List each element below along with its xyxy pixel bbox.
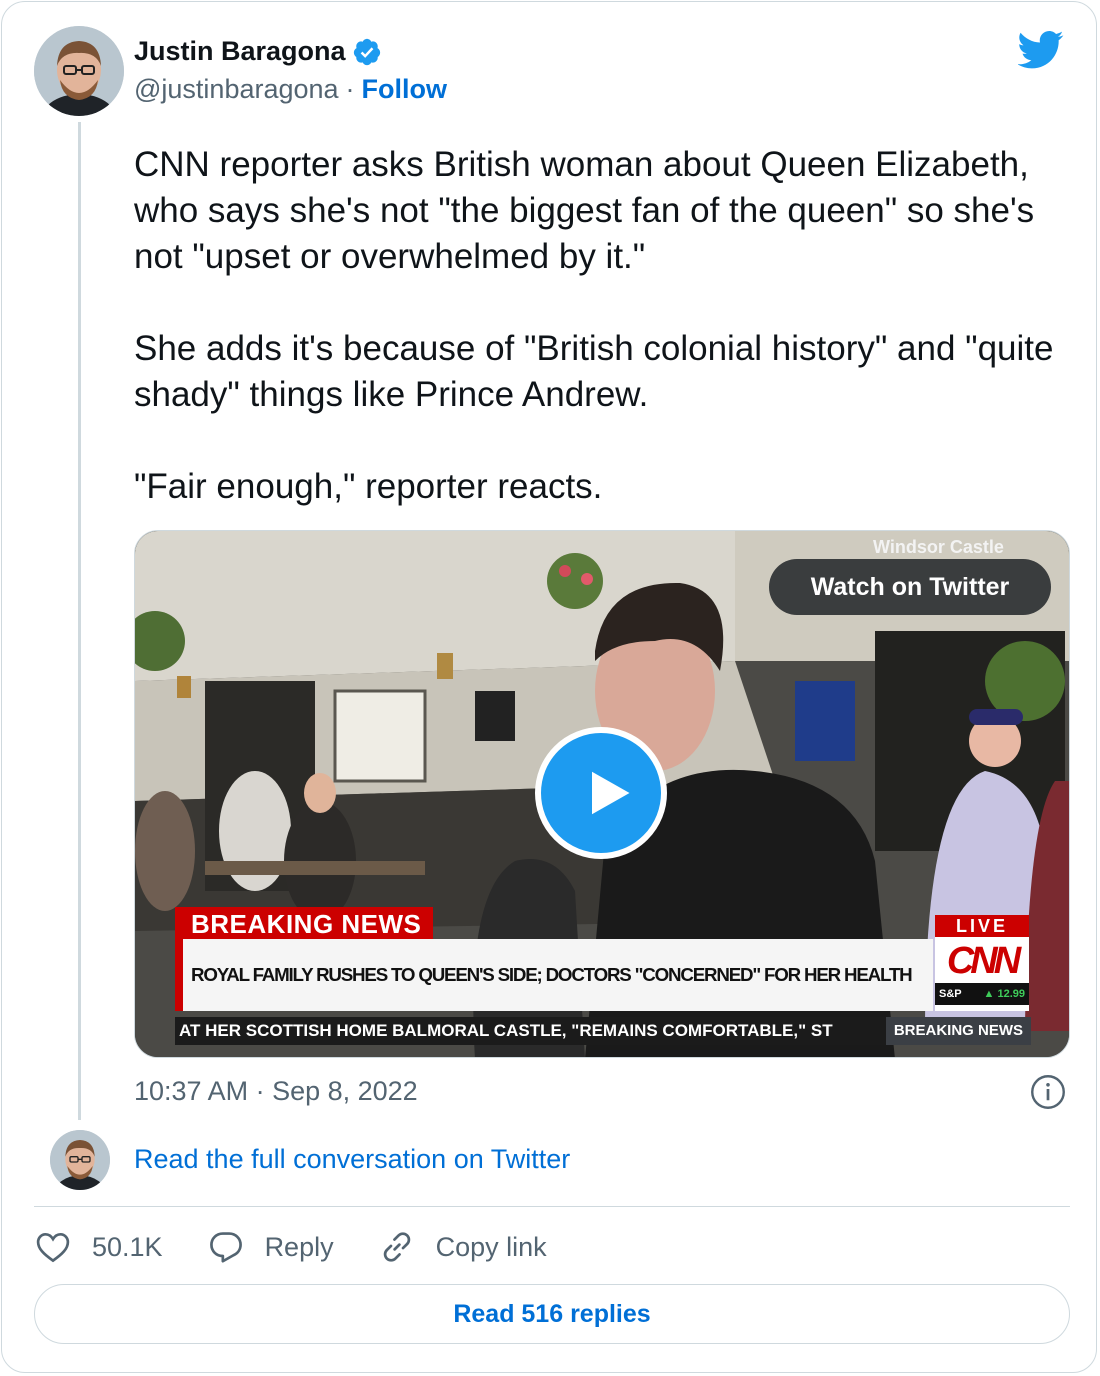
author-avatar[interactable] (34, 26, 124, 116)
handle-separator: · (345, 74, 355, 104)
ticker-value: ▲ 12.99 (983, 988, 1025, 1000)
play-icon (592, 771, 630, 815)
tweet-card: Justin Baragona @justinbaragona · Follow… (1, 1, 1097, 1373)
crawl-text: AT HER SCOTTISH HOME BALMORAL CASTLE, "R… (179, 1021, 833, 1040)
copy-link-label: Copy link (435, 1231, 547, 1262)
thread-line (78, 122, 81, 1120)
tweet-paragraph: CNN reporter asks British woman about Qu… (134, 145, 1035, 276)
author-name-row: Justin Baragona (134, 36, 382, 67)
ticker-symbol: S&P (939, 988, 962, 1000)
news-crawl: AT HER SCOTTISH HOME BALMORAL CASTLE, "R… (175, 1017, 1031, 1045)
conversation-avatar[interactable] (50, 1130, 110, 1190)
play-button[interactable] (535, 727, 667, 859)
reply-icon (209, 1232, 242, 1263)
copy-link-button[interactable]: Copy link (378, 1228, 547, 1266)
author-avatar-image (34, 26, 124, 116)
breaking-news-label: BREAKING NEWS (175, 907, 434, 941)
author-handle-row: @justinbaragona · Follow (134, 74, 447, 105)
read-replies-button[interactable]: Read 516 replies (34, 1284, 1070, 1344)
network-bug: LIVE CNN S&P ▲ 12.99 (935, 915, 1029, 1011)
author-name[interactable]: Justin Baragona (134, 36, 346, 67)
crawl-tag: BREAKING NEWS (885, 1017, 1031, 1045)
market-ticker: S&P ▲ 12.99 (935, 983, 1029, 1005)
divider (34, 1206, 1070, 1207)
location-tag: Windsor Castle (873, 537, 1004, 557)
verified-badge-icon (353, 38, 380, 65)
twitter-bird-icon[interactable] (1018, 30, 1064, 70)
tweet-paragraph: She adds it's because of "British coloni… (134, 329, 1054, 414)
video-player[interactable]: Windsor Castle Watch on Twitter BREAKING… (134, 530, 1070, 1058)
read-full-conversation-link[interactable]: Read the full conversation on Twitter (134, 1144, 570, 1175)
live-label: LIVE (935, 915, 1029, 937)
reply-label: Reply (264, 1231, 334, 1262)
conversation-avatar-image (50, 1130, 110, 1190)
heart-icon (36, 1232, 70, 1263)
news-headline: ROYAL FAMILY RUSHES TO QUEEN'S SIDE; DOC… (175, 939, 933, 1011)
reply-button[interactable]: Reply (207, 1228, 334, 1266)
tweet-paragraph: "Fair enough," reporter reacts. (134, 467, 603, 506)
link-icon (383, 1232, 410, 1262)
author-handle[interactable]: @justinbaragona (134, 74, 339, 105)
action-bar: 50.1K Reply Copy link (34, 1224, 591, 1270)
follow-link[interactable]: Follow (362, 74, 447, 105)
info-icon[interactable] (1030, 1074, 1066, 1110)
like-count: 50.1K (92, 1231, 163, 1262)
watch-on-twitter-button[interactable]: Watch on Twitter (769, 559, 1051, 615)
like-button[interactable]: 50.1K (34, 1228, 163, 1266)
tweet-text: CNN reporter asks British woman about Qu… (134, 142, 1064, 510)
tweet-timestamp[interactable]: 10:37 AM · Sep 8, 2022 (134, 1076, 418, 1107)
cnn-logo: CNN (946, 940, 1021, 982)
